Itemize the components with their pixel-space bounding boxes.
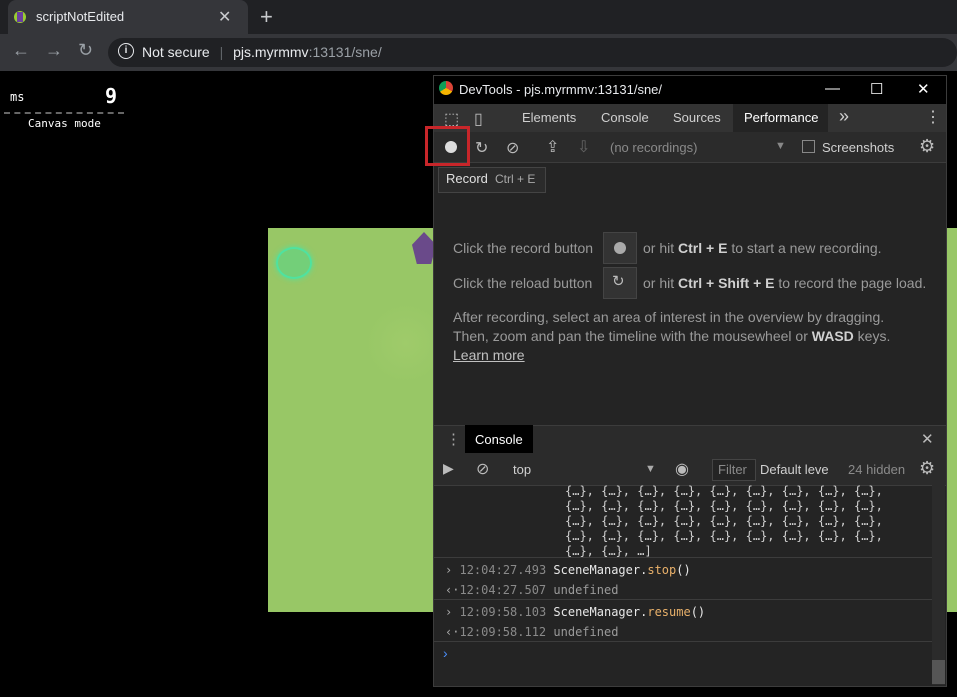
new-tab-button[interactable]: + [260, 4, 273, 30]
fps-meter-line [4, 112, 124, 114]
record-hint: Click the record button [453, 240, 593, 256]
console-input-row: › 12:09:58.103 SceneManager.resume() [445, 605, 706, 619]
security-label[interactable]: Not secure [142, 44, 210, 60]
save-profile-icon: ⇩ [577, 139, 591, 156]
magic-circle-sprite [276, 247, 312, 279]
filter-placeholder: Filter [718, 462, 747, 477]
object-dump: {…}, {…}, {…}, {…}, {…}, {…}, {…}, {…}, … [565, 484, 883, 558]
drawer-menu-icon[interactable]: ⋮ [446, 430, 461, 448]
after-line2-key: WASD [811, 328, 854, 344]
record-hint-suffix: to start a new recording. [731, 240, 882, 256]
devtools-title: DevTools - pjs.myrmmv:13131/sne/ [459, 82, 663, 97]
screenshots-checkbox[interactable] [802, 140, 815, 153]
entry-object: SceneManager [553, 605, 641, 619]
entry-args: () [676, 563, 691, 577]
reload-hint-suffix-line: or hit Ctrl + Shift + E to record the pa… [643, 275, 926, 291]
hidden-count: 24 hidden [848, 462, 906, 477]
result-time: 12:04:27.507 [459, 583, 547, 597]
tab-elements[interactable]: Elements [522, 110, 576, 125]
favicon-icon [12, 9, 28, 25]
clear-console-icon[interactable]: ⊘ [476, 459, 489, 479]
more-tabs-icon[interactable]: » [839, 106, 849, 127]
back-button[interactable]: ← [12, 40, 30, 61]
gear-icon[interactable]: ⚙ [919, 136, 935, 157]
reload-button[interactable]: ↻ [78, 40, 93, 61]
tab-performance[interactable]: Performance [744, 110, 818, 125]
entry-time: 12:04:27.493 [459, 563, 547, 577]
device-toolbar-icon[interactable]: ▯ [474, 109, 483, 129]
maximize-button[interactable]: ☐ [870, 80, 883, 98]
tooltip-shortcut: Ctrl + E [495, 172, 536, 186]
after-recording-line1: After recording, select an area of inter… [453, 309, 885, 325]
url-path: :13131/sne/ [308, 44, 382, 60]
reload-hint-key: Ctrl + Shift + E [678, 275, 775, 291]
sidebar-toggle-icon[interactable]: ▶︎ [443, 460, 454, 477]
console-settings-icon[interactable]: ⚙ [919, 458, 935, 479]
record-hint-prefix: Click the record button [453, 240, 594, 256]
canvas-mode-label: Canvas mode [28, 117, 101, 130]
tab-close-icon[interactable]: ✕ [218, 7, 231, 27]
log-level-select[interactable]: Default leve [760, 462, 829, 477]
console-scrollbar[interactable] [932, 485, 945, 685]
learn-more-link[interactable]: Learn more [453, 347, 525, 363]
minimize-button[interactable]: — [825, 80, 840, 97]
console-scroll-thumb[interactable] [932, 660, 945, 684]
console-divider [434, 641, 932, 643]
tab-title: scriptNotEdited [36, 9, 125, 24]
address-bar-text: Not secure | pjs.myrmmv:13131/sne/ [142, 44, 382, 60]
record-dot-icon [614, 242, 626, 254]
forward-button[interactable]: → [45, 40, 63, 61]
console-prompt[interactable]: › [443, 645, 448, 661]
reload-hint-prefix: Click the reload button [453, 275, 593, 291]
context-select[interactable]: top [513, 462, 531, 477]
screenshots-label: Screenshots [822, 140, 895, 155]
drawer-close-button[interactable]: ✕ [921, 430, 934, 448]
info-icon[interactable]: i [118, 43, 134, 59]
after-line2-a: Then, zoom and pan the timeline with the… [453, 328, 808, 344]
url-host: pjs.myrmmv [233, 44, 309, 60]
chevron-down-icon: ▼ [775, 140, 786, 152]
clear-icon[interactable]: ⊘ [506, 138, 519, 158]
recordings-select[interactable]: (no recordings) [610, 140, 697, 155]
context-chevron-icon: ▼ [645, 463, 656, 475]
entry-args: () [690, 605, 706, 619]
fps-value: 9 [105, 84, 118, 108]
devtools-menu-icon[interactable]: ⋮ [925, 107, 941, 127]
after-recording-line2: Then, zoom and pan the timeline with the… [453, 328, 890, 344]
window-close-button[interactable]: ✕ [917, 80, 930, 98]
record-hint-key: Ctrl + E [678, 240, 728, 256]
entry-time: 12:09:58.103 [459, 605, 547, 619]
reload-record-icon[interactable]: ↻ [475, 138, 488, 158]
record-highlight-box [425, 126, 470, 166]
reload-hint: Click the reload button [453, 275, 592, 291]
reload-icon: ↻ [612, 273, 625, 290]
record-hint-or: or hit [643, 240, 675, 256]
result-value: undefined [553, 625, 619, 639]
entry-object: SceneManager [553, 563, 641, 577]
reload-hint-suffix: to record the page load. [778, 275, 927, 291]
entry-method: resume [647, 605, 691, 619]
result-time: 12:09:58.112 [459, 625, 547, 639]
console-result-row: ‹·12:04:27.507 undefined [445, 583, 619, 597]
eye-icon[interactable]: ◉ [675, 459, 689, 479]
console-result-row: ‹·12:09:58.112 undefined [445, 625, 619, 639]
chrome-icon [439, 81, 453, 95]
record-hint-suffix-line: or hit Ctrl + E to start a new recording… [643, 240, 882, 256]
tooltip-label: Record [446, 171, 488, 186]
load-profile-icon[interactable]: ⇪ [546, 137, 559, 157]
reload-hint-or: or hit [643, 275, 675, 291]
result-value: undefined [553, 583, 619, 597]
tab-console[interactable]: Console [601, 110, 649, 125]
console-input-row: › 12:04:27.493 SceneManager.stop() [445, 563, 691, 577]
after-line2-b: keys. [857, 328, 891, 344]
entry-method: stop [647, 563, 677, 577]
drawer-console-label: Console [475, 432, 523, 447]
tab-sources[interactable]: Sources [673, 110, 721, 125]
fps-unit: ms [10, 90, 25, 104]
